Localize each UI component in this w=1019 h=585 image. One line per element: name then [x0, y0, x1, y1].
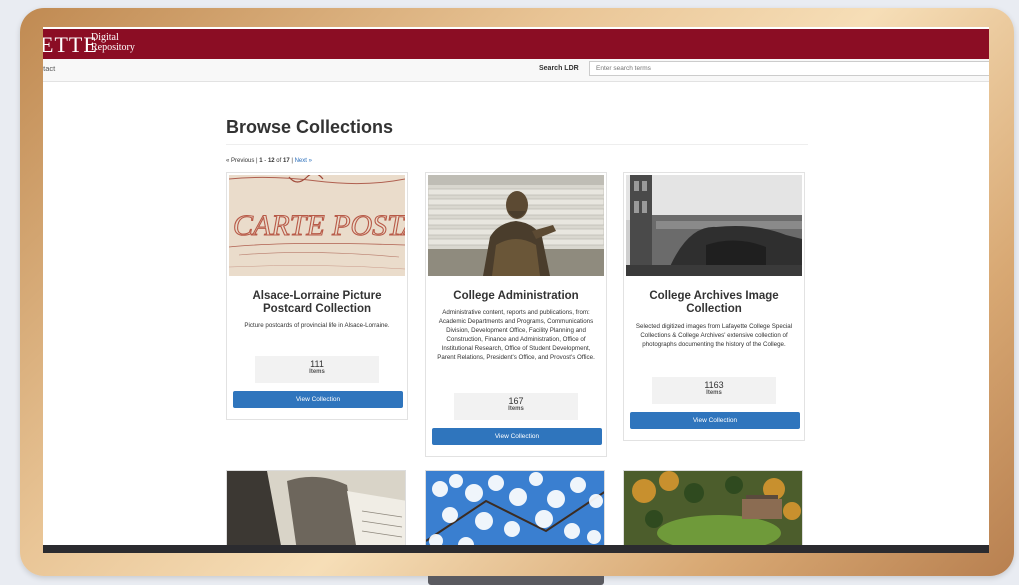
- collection-card: College Archives Image Collection Select…: [623, 172, 805, 441]
- browser-screen: ETTE Digital Repository ntact Search LDR…: [43, 27, 989, 551]
- collection-card: CARTE POSTALE Alsace-Lorraine Picture Po…: [226, 172, 408, 420]
- item-count-value: 167: [508, 396, 524, 406]
- view-collection-button[interactable]: View Collection: [432, 428, 602, 445]
- item-count: 1163 Items: [652, 377, 776, 404]
- view-collection-button[interactable]: View Collection: [630, 412, 800, 429]
- collection-title[interactable]: Alsace-Lorraine Picture Postcard Collect…: [231, 290, 403, 316]
- site-header: ETTE Digital Repository: [43, 29, 989, 59]
- view-collection-button[interactable]: View Collection: [233, 391, 403, 408]
- collection-description: Administrative content, reports and publ…: [437, 309, 595, 361]
- collection-description: Selected digitized images from Lafayette…: [635, 323, 793, 348]
- pager-range-end: 12: [267, 158, 275, 164]
- laptop-stand: [428, 576, 604, 585]
- pagination: « Previous | 1 - 12 of 17 | Next »: [226, 158, 312, 164]
- search-input[interactable]: [589, 61, 989, 76]
- item-count-value: 1163: [704, 380, 724, 390]
- postcard-image[interactable]: CARTE POSTALE: [229, 175, 405, 276]
- collection-title[interactable]: College Archives Image Collection: [628, 290, 800, 316]
- campus-building-image[interactable]: [626, 175, 802, 276]
- item-count-value: 111: [310, 359, 324, 369]
- collection-card: College Administration Administrative co…: [425, 172, 607, 457]
- item-count-label: Items: [706, 390, 722, 396]
- collection-description: Picture postcards of provincial life in …: [244, 322, 390, 329]
- item-count: 167 Items: [454, 393, 578, 420]
- nav-link-contact[interactable]: ntact: [43, 64, 55, 73]
- site-logo-subtitle: Digital Repository: [91, 33, 135, 53]
- item-count: 111 Items: [255, 356, 379, 383]
- collection-title[interactable]: College Administration: [430, 290, 602, 303]
- title-divider: [226, 144, 808, 145]
- site-logo[interactable]: ETTE: [43, 32, 98, 58]
- pager-total: 17: [282, 158, 290, 164]
- pager-of: of: [274, 158, 283, 164]
- pager-prev: « Previous: [226, 158, 255, 164]
- logo-line-repository: Repository: [91, 42, 135, 53]
- statue-image[interactable]: [428, 175, 604, 276]
- aerial-campus-image[interactable]: [623, 470, 803, 550]
- search-label: Search LDR: [539, 65, 579, 72]
- cherry-blossoms-image[interactable]: [425, 470, 605, 550]
- svg-text:CARTE POSTALE: CARTE POSTALE: [233, 209, 405, 242]
- navbar: ntact Search LDR: [43, 59, 989, 82]
- screen-bezel: [43, 545, 989, 553]
- item-count-label: Items: [309, 369, 325, 375]
- item-count-label: Items: [508, 406, 524, 412]
- page-title: Browse Collections: [226, 117, 394, 137]
- pager-next-link[interactable]: Next »: [295, 158, 312, 164]
- students-reading-image[interactable]: [226, 470, 406, 550]
